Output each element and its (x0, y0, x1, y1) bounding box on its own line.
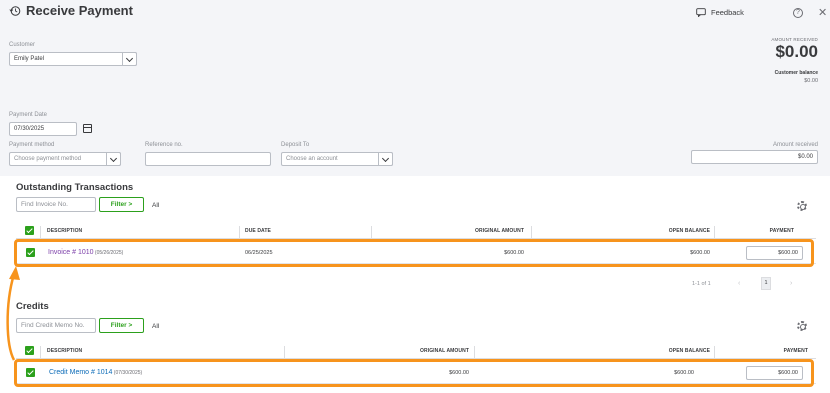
annotation-arrow-icon (6, 266, 20, 361)
